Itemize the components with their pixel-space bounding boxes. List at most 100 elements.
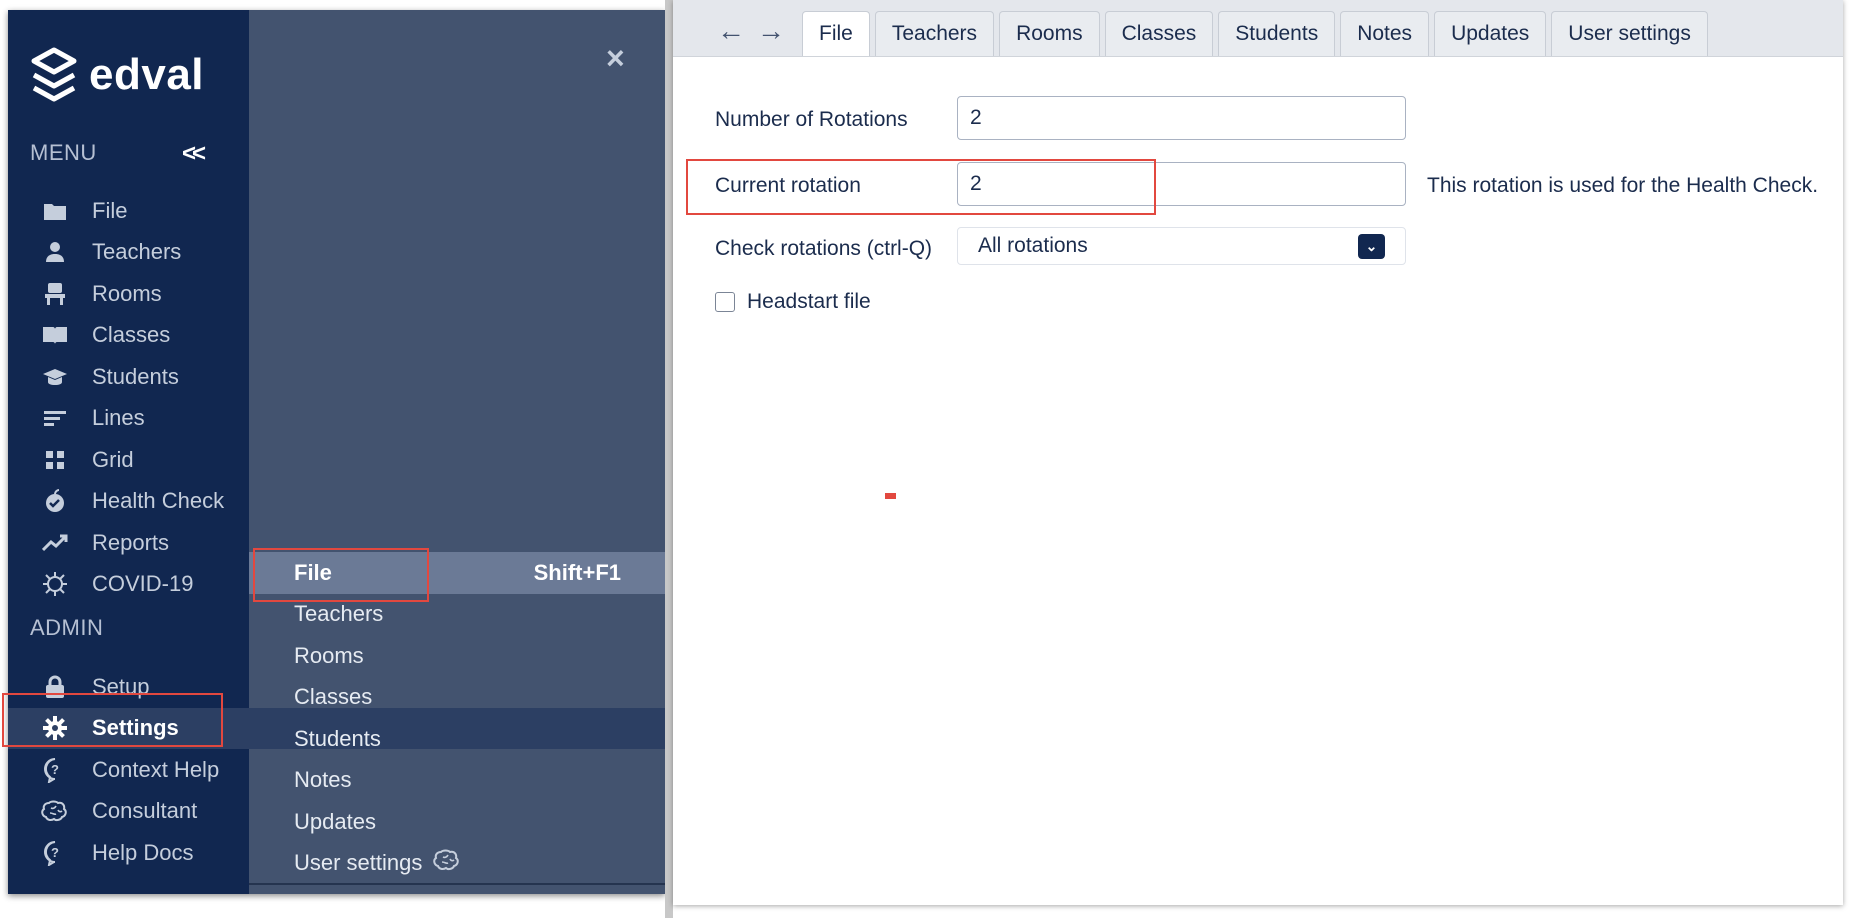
- collapse-sidebar-button[interactable]: <<: [182, 140, 206, 168]
- sidebar-item-label: Setup: [92, 673, 150, 699]
- history-nav: ← →: [717, 15, 785, 47]
- brain-icon: [432, 848, 462, 878]
- sidebar-item-teachers[interactable]: Teachers: [8, 232, 249, 274]
- submenu-item-label: Rooms: [294, 642, 364, 668]
- annotation-marker: [885, 493, 896, 499]
- submenu-item-rooms[interactable]: Rooms: [249, 635, 665, 677]
- admin-section-label: ADMIN: [30, 615, 104, 640]
- sidebar-item-rooms[interactable]: Rooms: [8, 273, 249, 315]
- back-arrow-icon[interactable]: ←: [717, 15, 745, 47]
- submenu-item-classes[interactable]: Classes: [249, 677, 665, 719]
- grid-icon: [36, 450, 74, 470]
- help-bubble-icon: ?: [36, 757, 74, 783]
- submenu-item-file[interactable]: File Shift+F1: [249, 552, 665, 594]
- check-rotations-value: All rotations: [978, 234, 1088, 257]
- sidebar-item-reports[interactable]: Reports: [8, 522, 249, 564]
- sidebar-item-consultant[interactable]: Consultant: [8, 791, 249, 833]
- submenu-item-label: User settings: [294, 850, 423, 876]
- graduation-cap-icon: [36, 367, 74, 387]
- forward-arrow-icon[interactable]: →: [757, 15, 785, 47]
- rotations-input[interactable]: [957, 96, 1406, 140]
- virus-icon: [36, 571, 74, 597]
- navigation-panel: edval MENU << File Teachers Rooms Classe…: [8, 10, 665, 894]
- tab-updates[interactable]: Updates: [1434, 11, 1547, 56]
- edval-logo[interactable]: edval: [29, 45, 204, 105]
- settings-submenu: File Shift+F1 Teachers Rooms Classes Stu…: [249, 552, 665, 884]
- chevron-down-icon: ⌄: [1358, 233, 1385, 259]
- tab-rooms[interactable]: Rooms: [999, 11, 1100, 56]
- sidebar-item-lines[interactable]: Lines: [8, 398, 249, 440]
- sidebar-item-label: Health Check: [92, 488, 225, 514]
- submenu-item-notes[interactable]: Notes: [249, 760, 665, 802]
- trend-icon: [36, 534, 74, 552]
- edval-logo-icon: [31, 47, 77, 102]
- current-rotation-label: Current rotation: [715, 174, 861, 197]
- submenu-item-label: File: [294, 559, 332, 585]
- tab-notes[interactable]: Notes: [1340, 11, 1430, 56]
- tab-teachers[interactable]: Teachers: [874, 11, 995, 56]
- submenu-item-updates[interactable]: Updates: [249, 801, 665, 843]
- svg-text:?: ?: [51, 762, 59, 777]
- submenu-item-teachers[interactable]: Teachers: [249, 594, 665, 636]
- sidebar-item-setup[interactable]: Setup: [8, 666, 249, 708]
- gear-icon: [36, 716, 74, 741]
- tab-students[interactable]: Students: [1218, 11, 1336, 56]
- close-flyout-button[interactable]: ×: [606, 40, 625, 77]
- submenu-item-label: Teachers: [294, 601, 384, 627]
- panel-scrollbar[interactable]: [665, 0, 673, 918]
- lines-icon: [36, 409, 74, 427]
- submenu-shortcut: Shift+F1: [533, 559, 621, 585]
- sidebar-item-label: Consultant: [92, 798, 198, 824]
- tab-classes[interactable]: Classes: [1104, 11, 1214, 56]
- check-rotations-label: Check rotations (ctrl-Q): [715, 237, 933, 260]
- sidebar-item-health-check[interactable]: Health Check: [8, 481, 249, 523]
- sidebar-item-label: COVID-19: [92, 571, 194, 597]
- sidebar-item-students[interactable]: Students: [8, 356, 249, 398]
- sidebar-item-label: Students: [92, 363, 179, 389]
- tab-file[interactable]: File: [802, 11, 870, 56]
- submenu-divider: [249, 883, 665, 885]
- menu-section-label: MENU: [30, 140, 97, 165]
- sidebar-item-label: Teachers: [92, 239, 182, 265]
- svg-text:?: ?: [51, 845, 59, 860]
- sidebar-item-label: Help Docs: [92, 839, 194, 865]
- tabs: File Teachers Rooms Classes Students Not…: [802, 11, 1713, 56]
- sidebar-item-grid[interactable]: Grid: [8, 439, 249, 481]
- sidebar-item-file[interactable]: File: [8, 190, 249, 232]
- person-icon: [36, 241, 74, 263]
- submenu-item-label: Students: [294, 725, 381, 751]
- brand-name: edval: [89, 50, 205, 99]
- chair-icon: [36, 282, 74, 306]
- submenu-item-students[interactable]: Students: [249, 718, 665, 760]
- tab-bar: ← → File Teachers Rooms Classes Students…: [673, 0, 1843, 57]
- sidebar-item-help-docs[interactable]: ? Help Docs: [8, 832, 249, 874]
- sidebar-item-label: Context Help: [92, 756, 220, 782]
- current-rotation-help: This rotation is used for the Health Che…: [1427, 174, 1819, 197]
- sidebar-item-label: Reports: [92, 529, 170, 555]
- check-rotations-select[interactable]: All rotations ⌄: [957, 227, 1406, 265]
- submenu-item-label: Updates: [294, 808, 376, 834]
- sidebar-item-label: Grid: [92, 446, 134, 472]
- submenu-item-user-settings[interactable]: User settings: [249, 843, 665, 885]
- sidebar-item-label: File: [92, 197, 128, 223]
- sidebar-item-label: Settings: [92, 715, 179, 741]
- headstart-checkbox[interactable]: [715, 292, 735, 312]
- current-rotation-input[interactable]: [957, 162, 1406, 206]
- main-menu: File Teachers Rooms Classes Students Lin…: [8, 190, 249, 605]
- folder-icon: [36, 201, 74, 221]
- sidebar-item-label: Rooms: [92, 280, 162, 306]
- main-content: ← → File Teachers Rooms Classes Students…: [673, 0, 1843, 905]
- sidebar-item-context-help[interactable]: ? Context Help: [8, 749, 249, 791]
- sidebar-item-classes[interactable]: Classes: [8, 315, 249, 357]
- submenu-item-label: Classes: [294, 684, 373, 710]
- admin-menu: Setup Settings ? Context Help Consultant: [8, 666, 665, 874]
- tab-user-settings[interactable]: User settings: [1551, 11, 1708, 56]
- sidebar-item-label: Classes: [92, 322, 171, 348]
- headstart-label: Headstart file: [747, 290, 871, 313]
- sidebar-item-label: Lines: [92, 405, 145, 431]
- book-icon: [36, 325, 74, 345]
- sidebar: edval MENU << File Teachers Rooms Classe…: [8, 10, 665, 894]
- lock-icon: [36, 675, 74, 699]
- submenu-item-label: Notes: [294, 767, 352, 793]
- sidebar-item-covid-19[interactable]: COVID-19: [8, 564, 249, 606]
